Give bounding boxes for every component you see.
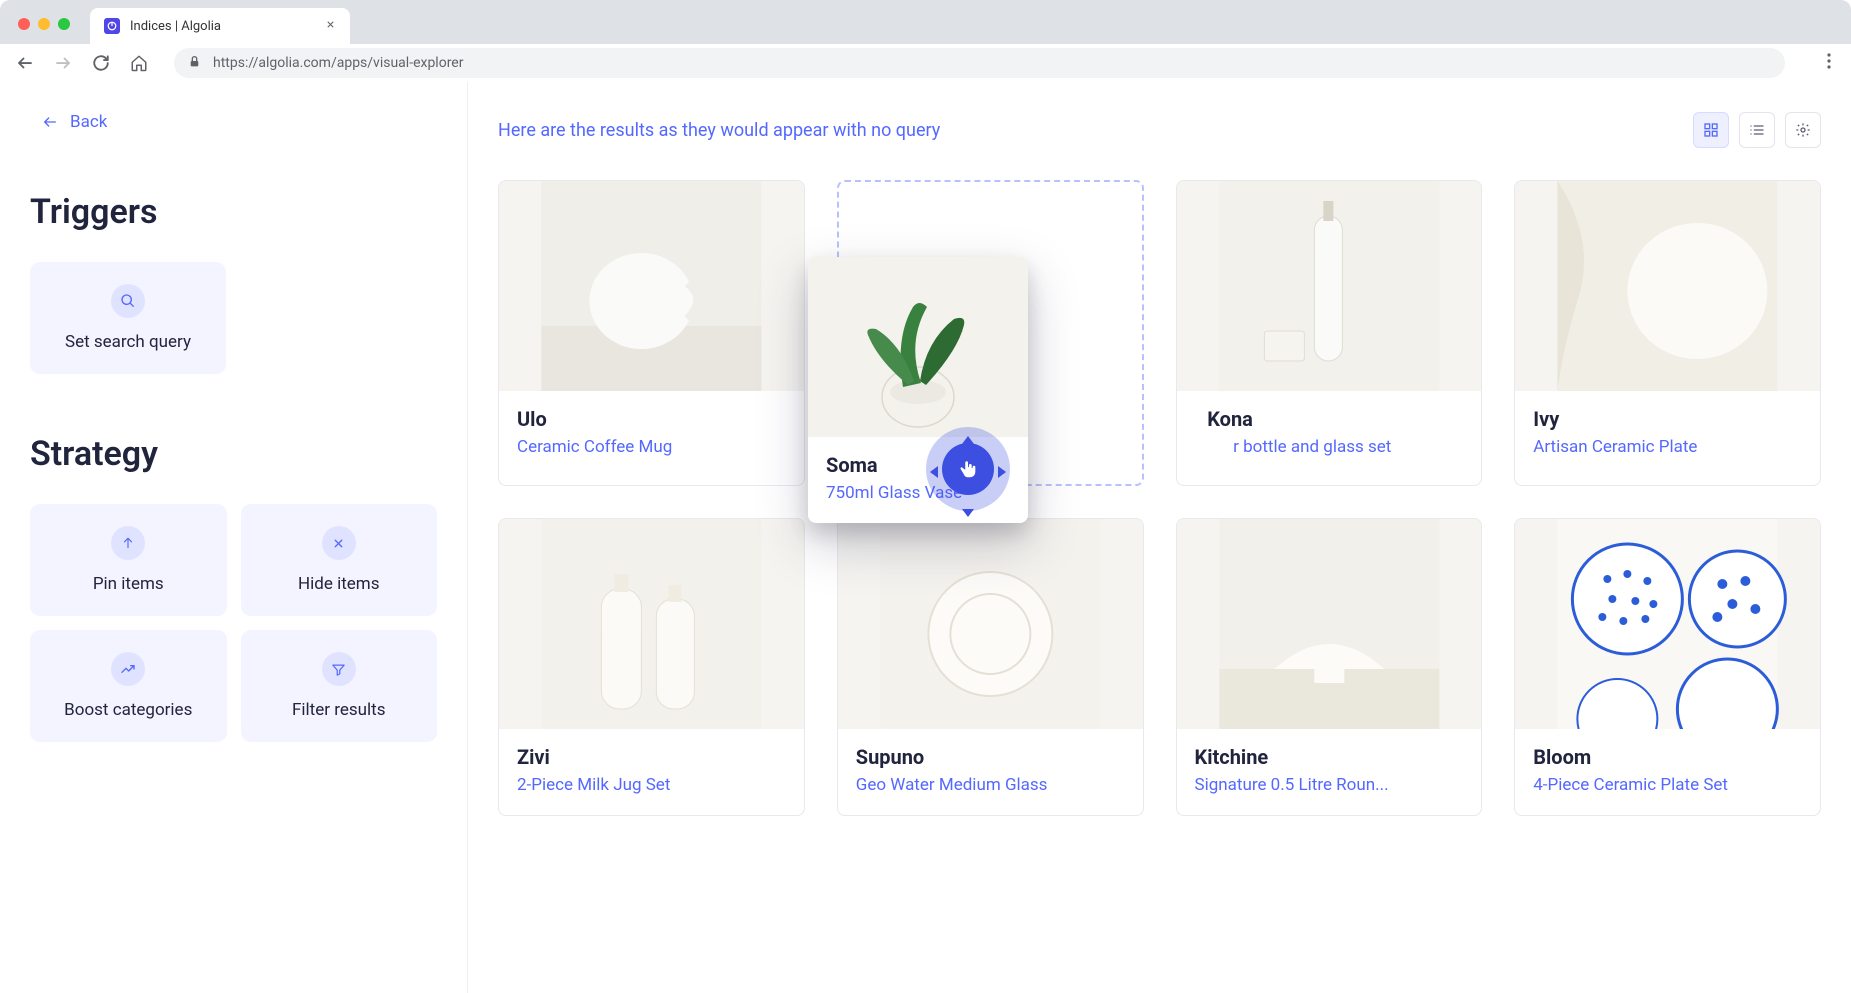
url-text: https://algolia.com/apps/visual-explorer xyxy=(213,55,463,71)
product-subtitle: Water bottle and glass set xyxy=(1195,437,1464,457)
product-card[interactable]: Zivi 2-Piece Milk Jug Set xyxy=(498,518,805,816)
window-controls xyxy=(10,18,80,44)
product-subtitle: Signature 0.5 Litre Roun... xyxy=(1195,775,1464,795)
minimize-window-button[interactable] xyxy=(38,18,50,30)
product-card[interactable]: Ulo Ceramic Coffee Mug xyxy=(498,180,805,486)
product-card[interactable]: KKona Water bottle and glass set xyxy=(1176,180,1483,486)
product-image xyxy=(838,519,1143,729)
drag-handle[interactable] xyxy=(942,443,994,495)
strategy-hide-items[interactable]: Hide items xyxy=(241,504,438,616)
strategy-pin-items[interactable]: Pin items xyxy=(30,504,227,616)
drag-arrow-down-icon xyxy=(962,502,974,521)
back-link-label: Back xyxy=(70,112,107,132)
triggers-grid: Set search query xyxy=(30,262,437,374)
search-icon xyxy=(111,284,145,318)
address-bar[interactable]: https://algolia.com/apps/visual-explorer xyxy=(174,48,1785,78)
maximize-window-button[interactable] xyxy=(58,18,70,30)
browser-tab-bar: Indices | Algolia xyxy=(0,0,1851,44)
settings-button[interactable] xyxy=(1785,112,1821,148)
product-card[interactable]: Ivy Artisan Ceramic Plate xyxy=(1514,180,1821,486)
product-card[interactable]: Supuno Geo Water Medium Glass xyxy=(837,518,1144,816)
pointer-hand-icon xyxy=(957,458,979,480)
sidebar: Back Triggers Set search query Strategy … xyxy=(0,82,468,993)
trigger-card-label: Set search query xyxy=(65,332,191,352)
algolia-favicon-icon xyxy=(104,18,120,34)
product-title: Zivi xyxy=(517,745,786,769)
product-subtitle: Ceramic Coffee Mug xyxy=(517,437,786,457)
product-image xyxy=(1177,181,1482,391)
grid-icon xyxy=(1703,122,1719,138)
product-title: Supuno xyxy=(856,745,1125,769)
strategy-card-label: Filter results xyxy=(292,700,385,720)
trend-icon xyxy=(111,652,145,686)
close-window-button[interactable] xyxy=(18,18,30,30)
list-icon xyxy=(1749,122,1765,138)
product-image xyxy=(1515,181,1820,391)
dragging-product-card[interactable]: Soma 750ml Glass Vase xyxy=(808,257,1028,523)
results-header-text: Here are the results as they would appea… xyxy=(498,120,940,141)
reload-icon xyxy=(92,54,110,72)
product-card[interactable]: Bloom 4-Piece Ceramic Plate Set xyxy=(1514,518,1821,816)
home-icon xyxy=(130,54,148,72)
product-image xyxy=(1515,519,1820,729)
strategy-card-label: Boost categories xyxy=(64,700,192,720)
results-header: Here are the results as they would appea… xyxy=(498,112,1821,148)
arrow-left-icon xyxy=(42,114,58,130)
product-title: Bloom xyxy=(1533,745,1802,769)
product-card[interactable]: Kitchine Signature 0.5 Litre Roun... xyxy=(1176,518,1483,816)
product-image xyxy=(1177,519,1482,729)
drag-arrow-right-icon xyxy=(998,463,1006,482)
browser-tab[interactable]: Indices | Algolia xyxy=(90,8,350,44)
list-view-button[interactable] xyxy=(1739,112,1775,148)
main-content: Here are the results as they would appea… xyxy=(468,82,1851,993)
product-image xyxy=(499,519,804,729)
view-controls xyxy=(1693,112,1821,148)
product-subtitle: 4-Piece Ceramic Plate Set xyxy=(1533,775,1802,795)
arrow-right-icon xyxy=(54,54,72,72)
kebab-icon xyxy=(1827,53,1831,69)
product-title: Ivy xyxy=(1533,407,1802,431)
back-button[interactable] xyxy=(14,52,36,74)
filter-icon xyxy=(322,652,356,686)
triggers-heading: Triggers xyxy=(30,192,437,232)
arrow-left-icon xyxy=(16,54,34,72)
x-icon xyxy=(322,526,356,560)
strategy-grid: Pin items Hide items Boost categories Fi… xyxy=(30,504,437,742)
forward-button[interactable] xyxy=(52,52,74,74)
browser-menu-button[interactable] xyxy=(1821,53,1837,73)
arrow-up-icon xyxy=(111,526,145,560)
strategy-boost-categories[interactable]: Boost categories xyxy=(30,630,227,742)
trigger-set-search-query[interactable]: Set search query xyxy=(30,262,226,374)
strategy-card-label: Hide items xyxy=(298,574,379,594)
tab-title: Indices | Algolia xyxy=(130,19,315,34)
product-subtitle: Geo Water Medium Glass xyxy=(856,775,1125,795)
product-subtitle: Artisan Ceramic Plate xyxy=(1533,437,1802,457)
drag-arrow-left-icon xyxy=(930,463,938,482)
lock-icon xyxy=(188,55,201,72)
back-link[interactable]: Back xyxy=(42,112,437,132)
product-subtitle: 2-Piece Milk Jug Set xyxy=(517,775,786,795)
strategy-heading: Strategy xyxy=(30,434,437,474)
close-tab-button[interactable] xyxy=(325,18,336,34)
product-title: Kitchine xyxy=(1195,745,1464,769)
reload-button[interactable] xyxy=(90,52,112,74)
product-title: KKona xyxy=(1195,407,1464,431)
product-image xyxy=(808,257,1028,437)
strategy-card-label: Pin items xyxy=(93,574,164,594)
grid-view-button[interactable] xyxy=(1693,112,1729,148)
strategy-filter-results[interactable]: Filter results xyxy=(241,630,438,742)
home-button[interactable] xyxy=(128,52,150,74)
address-bar-row: https://algolia.com/apps/visual-explorer xyxy=(0,44,1851,82)
close-icon xyxy=(325,19,336,30)
product-title: Ulo xyxy=(517,407,786,431)
product-image xyxy=(499,181,804,391)
product-grid: Ulo Ceramic Coffee Mug KKona Water bottl… xyxy=(498,180,1821,816)
gear-icon xyxy=(1795,122,1811,138)
